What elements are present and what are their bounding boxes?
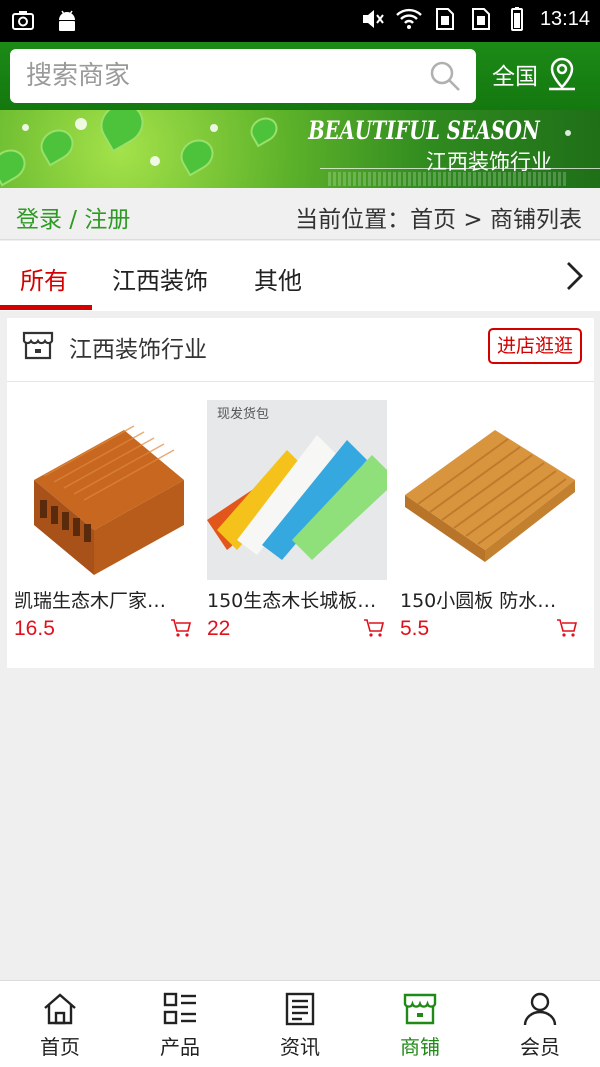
product-card[interactable]: 凯瑞生态木厂家… 16.5 — [14, 400, 194, 641]
bottom-nav: 首页 产品 资讯 商铺 会员 — [0, 980, 600, 1067]
product-image[interactable]: 现发货包 — [207, 400, 387, 580]
nav-news[interactable]: 资讯 — [240, 981, 360, 1067]
tab-jiangxi-decoration[interactable]: 江西装饰 — [112, 261, 208, 296]
cart-icon[interactable] — [363, 618, 385, 638]
chevron-right-icon[interactable] — [562, 259, 588, 293]
store-card: 江西装饰行业 进店逛逛 凯瑞生态木厂家… 16.5 现发货包 150生态木长城板… — [7, 318, 594, 668]
nav-home-label: 首页 — [40, 1035, 80, 1059]
location-pin-icon — [549, 57, 575, 91]
sparkle — [210, 124, 218, 132]
nav-member-label: 会员 — [520, 1035, 560, 1059]
status-time: 13:14 — [539, 7, 590, 30]
cart-icon[interactable] — [556, 618, 578, 638]
product-price: 16.5 — [14, 617, 55, 640]
banner-divider — [320, 168, 600, 169]
product-card[interactable]: 150小圆板 防水… 5.5 — [400, 400, 580, 641]
nav-products-label: 产品 — [160, 1035, 200, 1059]
product-card[interactable]: 现发货包 150生态木长城板… 22 — [207, 400, 387, 641]
wifi-icon — [396, 8, 422, 29]
nav-news-label: 资讯 — [280, 1035, 320, 1059]
product-image[interactable] — [14, 400, 194, 580]
sparkle — [150, 156, 160, 166]
products-icon — [163, 992, 196, 1025]
region-selector[interactable]: 全国 — [492, 56, 578, 92]
store-icon — [403, 993, 437, 1025]
active-tab-indicator — [0, 305, 92, 310]
product-price: 22 — [207, 617, 231, 640]
sim1-icon — [435, 8, 454, 30]
region-label: 全国 — [492, 64, 538, 90]
sim2-icon — [471, 8, 490, 30]
nav-stores[interactable]: 商铺 — [360, 981, 480, 1067]
battery-icon — [510, 7, 523, 31]
product-image[interactable] — [400, 400, 580, 580]
visit-store-button[interactable]: 进店逛逛 — [487, 328, 582, 364]
product-name[interactable]: 凯瑞生态木厂家… — [14, 586, 194, 613]
header-bar: 全国 — [0, 42, 600, 110]
product-name[interactable]: 150生态木长城板… — [207, 586, 387, 613]
screenshot-icon — [12, 11, 34, 30]
nav-stores-label: 商铺 — [400, 1035, 440, 1059]
clover-leaf — [0, 143, 32, 187]
breadcrumb: 当前位置：首页 > 商铺列表 — [295, 207, 582, 233]
product-image-caption: 现发货包 — [217, 406, 269, 422]
promo-banner[interactable]: BEAUTIFUL SEASON 江西装饰行业 — [0, 110, 600, 188]
product-price: 5.5 — [400, 617, 430, 640]
clover-leaf — [92, 110, 152, 153]
search-box[interactable] — [10, 49, 476, 103]
news-icon — [285, 992, 315, 1026]
clover-leaf — [34, 123, 80, 167]
store-icon — [22, 331, 54, 360]
sparkle — [75, 118, 87, 130]
sparkle — [22, 124, 29, 131]
login-register-link[interactable]: 登录 / 注册 — [16, 200, 130, 234]
banner-fine-print — [328, 172, 568, 186]
home-icon — [44, 993, 76, 1025]
search-input[interactable] — [26, 59, 406, 93]
nav-products[interactable]: 产品 — [120, 981, 240, 1067]
product-name[interactable]: 150小圆板 防水… — [400, 586, 580, 613]
cart-icon[interactable] — [170, 618, 192, 638]
nav-home[interactable]: 首页 — [0, 981, 120, 1067]
android-icon — [59, 10, 75, 31]
banner-title: BEAUTIFUL SEASON — [308, 116, 540, 145]
clover-leaf — [174, 133, 220, 177]
store-name[interactable]: 江西装饰行业 — [69, 330, 207, 364]
category-tabs: 所有 江西装饰 其他 — [0, 241, 600, 311]
store-card-header: 江西装饰行业 进店逛逛 — [7, 318, 594, 382]
status-bar: 13:14 — [0, 0, 600, 42]
sparkle — [565, 130, 571, 136]
tab-other[interactable]: 其他 — [254, 261, 302, 296]
user-icon — [523, 992, 557, 1026]
clover-leaf — [245, 112, 283, 148]
tab-all[interactable]: 所有 — [20, 261, 68, 296]
breadcrumb-bar: 登录 / 注册 当前位置：首页 > 商铺列表 — [0, 188, 600, 240]
search-icon[interactable] — [428, 59, 462, 93]
mute-icon — [362, 10, 384, 28]
nav-member[interactable]: 会员 — [480, 981, 600, 1067]
